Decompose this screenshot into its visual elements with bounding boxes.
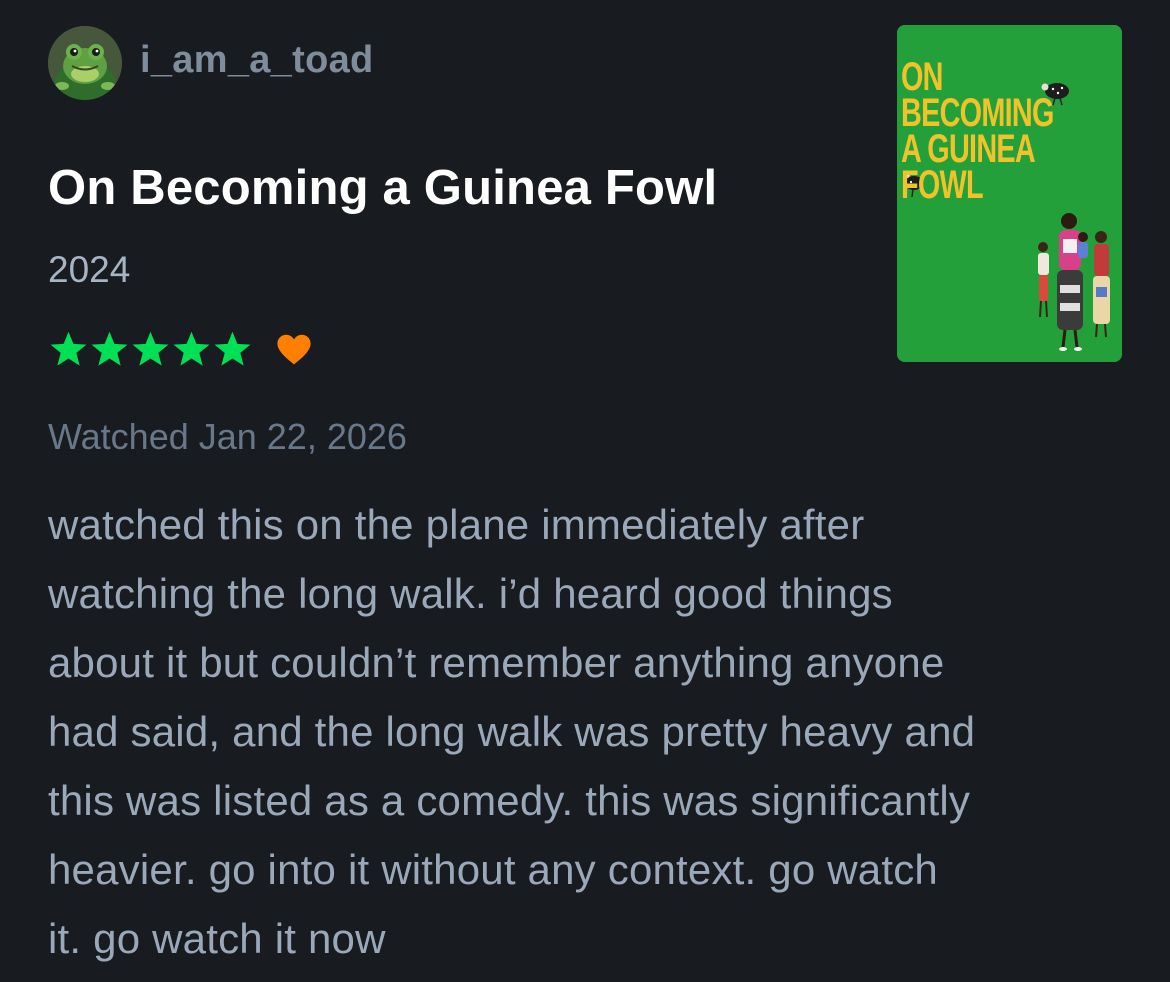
review-page: i_am_a_toad On Becoming a Guinea Fowl 20…	[0, 0, 1170, 982]
review-line: this was listed as a comedy. this was si…	[48, 777, 971, 824]
poster-title: ON BECOMING A GUINEA FOWL	[901, 55, 1054, 207]
star-icon	[91, 331, 128, 366]
star-rating	[48, 330, 253, 369]
review-line: watched this on the plane immediately af…	[48, 501, 865, 548]
poster-title-line: ON	[901, 55, 943, 99]
watched-date: Watched Jan 22, 2026	[48, 416, 407, 457]
rating-row	[48, 328, 313, 370]
star-icon	[214, 331, 251, 366]
star-icon	[173, 331, 210, 366]
review-line: watching the long walk. i’d heard good t…	[48, 570, 893, 617]
review-line: it. go watch it now	[48, 915, 386, 962]
star-icon	[132, 331, 169, 366]
poster-title-line: BECOMING	[901, 91, 1054, 135]
review-line: heavier. go into it without any context.…	[48, 846, 938, 893]
film-year[interactable]: 2024	[48, 249, 130, 291]
review-line: about it but couldn’t remember anything …	[48, 639, 945, 686]
heart-like-icon	[277, 334, 311, 365]
username[interactable]: i_am_a_toad	[140, 41, 374, 85]
review-line: had said, and the long walk was pretty h…	[48, 708, 976, 755]
poster-title-line: A GUINEA	[901, 127, 1036, 171]
reviewer-header[interactable]: i_am_a_toad	[48, 26, 374, 100]
toad-avatar-icon[interactable]	[48, 26, 122, 100]
star-icon	[50, 331, 87, 366]
poster-title-line: FOWL	[901, 163, 984, 207]
film-title[interactable]: On Becoming a Guinea Fowl	[48, 160, 717, 216]
film-poster[interactable]: ON BECOMING A GUINEA FOWL	[897, 25, 1122, 362]
review-body: watched this on the plane immediately af…	[48, 490, 1128, 973]
